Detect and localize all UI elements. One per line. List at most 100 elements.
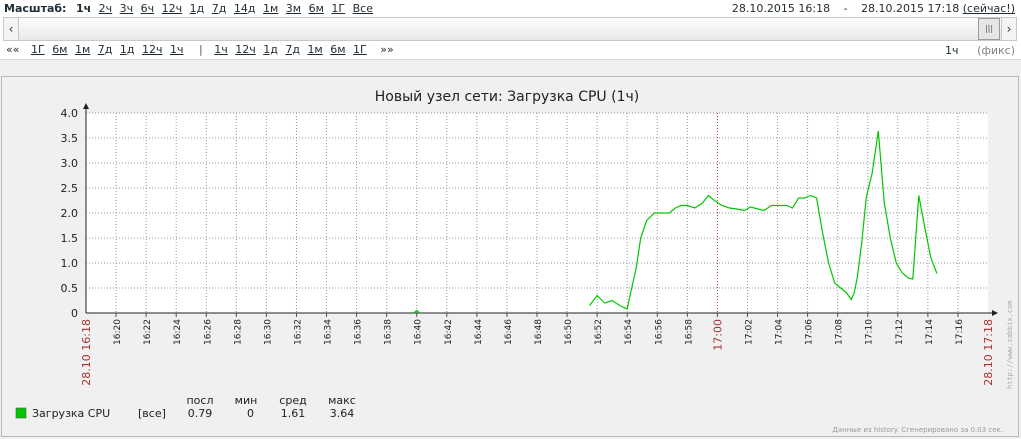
zoom-6h[interactable]: 6ч	[141, 2, 155, 15]
back-7d[interactable]: 7д	[98, 43, 113, 56]
x-tick-label: 16:54	[624, 319, 634, 345]
scroll-right-arrow-icon[interactable]: ›	[1001, 18, 1016, 40]
legend-header-last: посл	[186, 394, 213, 407]
date-separator: -	[843, 2, 848, 15]
back-6m[interactable]: 6м	[52, 43, 67, 56]
legend-max-value: 3.64	[330, 407, 355, 420]
y-axis-arrow-icon	[83, 103, 89, 109]
zoom-3m[interactable]: 3м	[286, 2, 301, 15]
zoom-3h[interactable]: 3ч	[120, 2, 134, 15]
x-end-label: 28.10 17:18	[982, 319, 995, 386]
x-tick-label: 16:26	[203, 319, 213, 345]
x-tick-label: 17:00	[711, 319, 724, 351]
shift-row: «« 1Г 6м 1м 7д 1д 12ч 1ч | 1ч 12ч 1д 7д …	[6, 43, 394, 56]
zoom-1y[interactable]: 1Г	[331, 2, 345, 15]
zoom-1d[interactable]: 1д	[190, 2, 205, 15]
navigation-panel: Масштаб: 1ч 2ч 3ч 6ч 12ч 1д 7д 14д 1м 3м…	[0, 0, 1021, 60]
fixed-toggle[interactable]: (фикс)	[977, 44, 1015, 57]
date-from: 28.10.2015 16:18	[731, 2, 831, 15]
back-1h[interactable]: 1ч	[170, 43, 184, 56]
zoom-1h[interactable]: 1ч	[76, 2, 91, 15]
y-tick-label: 0.5	[61, 282, 79, 295]
y-tick-label: 1.5	[61, 232, 79, 245]
legend-last-value: 0.79	[188, 407, 213, 420]
scroll-left-arrow-icon[interactable]: ‹	[4, 18, 19, 40]
legend-swatch	[15, 407, 27, 419]
zoom-12h[interactable]: 12ч	[162, 2, 183, 15]
y-tick-label: 2.5	[61, 182, 79, 195]
x-tick-label: 16:56	[654, 319, 664, 345]
back-1d[interactable]: 1д	[120, 43, 135, 56]
legend-header-max: макс	[328, 394, 356, 407]
y-tick-label: 3.5	[61, 132, 79, 145]
zoom-14d[interactable]: 14д	[234, 2, 256, 15]
x-tick-label: 17:02	[744, 319, 754, 345]
date-to: 28.10.2015 17:18	[861, 2, 960, 15]
legend-series-range: [все]	[138, 407, 166, 420]
timeline-scrollbar[interactable]: ‹ ||| ›	[3, 17, 1017, 41]
zoom-label: Масштаб:	[4, 2, 67, 15]
chart-title: Новый узел сети: Загрузка CPU (1ч)	[375, 89, 639, 105]
x-tick-label: 17:08	[835, 319, 845, 345]
x-tick-label: 17:10	[865, 319, 875, 345]
fwd-7d[interactable]: 7д	[285, 43, 300, 56]
fwd-1d[interactable]: 1д	[263, 43, 278, 56]
zoom-7d[interactable]: 7д	[212, 2, 227, 15]
x-tick-label: 17:06	[805, 319, 815, 345]
x-tick-label: 16:36	[354, 319, 364, 345]
back-1y[interactable]: 1Г	[31, 43, 45, 56]
x-tick-label: 16:32	[293, 319, 303, 345]
shift-back-marker: ««	[6, 43, 20, 56]
graph-panel: 0 0.5 1.0 1.5 2.0 2.5 3.0 3.5 4.0 16:20 16:22 16:24…	[1, 76, 1019, 437]
fwd-12h[interactable]: 12ч	[235, 43, 256, 56]
fwd-1h[interactable]: 1ч	[214, 43, 228, 56]
back-1m[interactable]: 1м	[75, 43, 90, 56]
shift-forward-marker: »»	[380, 43, 394, 56]
legend-min-value: 0	[247, 407, 254, 420]
x-axis-arrow-icon	[992, 310, 998, 316]
zabbix-side-link: http://www.zabbix.com	[1006, 300, 1014, 389]
x-tick-label: 16:30	[263, 319, 273, 345]
x-tick-label: 16:28	[233, 319, 243, 345]
y-tick-label: 4.0	[61, 107, 79, 120]
legend-series-name: Загрузка CPU	[32, 407, 110, 420]
shift-divider: |	[199, 43, 203, 56]
x-tick-label: 17:16	[955, 319, 965, 345]
back-12h[interactable]: 12ч	[142, 43, 163, 56]
y-tick-label: 0	[71, 307, 78, 320]
date-range: 28.10.2015 16:18 - 28.10.2015 17:18 (сей…	[732, 2, 1015, 15]
cpu-load-chart: 0 0.5 1.0 1.5 2.0 2.5 3.0 3.5 4.0 16:20 16:22 16:24…	[15, 89, 1014, 434]
x-start-label: 28.10 16:18	[80, 319, 93, 386]
y-tick-label: 2.0	[61, 207, 79, 220]
x-tick-label: 16:38	[384, 319, 394, 345]
x-tick-label: 16:42	[444, 319, 454, 345]
x-tick-label: 16:52	[594, 319, 604, 345]
legend-header-min: мин	[235, 394, 258, 407]
legend-avg-value: 1.61	[281, 407, 306, 420]
fwd-1m[interactable]: 1м	[307, 43, 322, 56]
zoom-1m[interactable]: 1м	[263, 2, 278, 15]
period-value: 1ч	[945, 44, 959, 57]
x-tick-label: 16:46	[504, 319, 514, 345]
legend-header-avg: сред	[279, 394, 307, 407]
x-tick-label: 17:04	[775, 319, 785, 345]
zoom-row: Масштаб: 1ч 2ч 3ч 6ч 12ч 1д 7д 14д 1м 3м…	[4, 2, 377, 15]
y-tick-label: 3.0	[61, 157, 79, 170]
fwd-6m[interactable]: 6м	[330, 43, 345, 56]
x-tick-label: 16:22	[143, 319, 153, 345]
zoom-all[interactable]: Все	[353, 2, 373, 15]
x-tick-label: 16:20	[113, 319, 123, 345]
zoom-2h[interactable]: 2ч	[99, 2, 113, 15]
y-tick-label: 1.0	[61, 257, 79, 270]
x-tick-label: 16:44	[474, 319, 484, 345]
fwd-1y[interactable]: 1Г	[353, 43, 367, 56]
x-tick-label: 17:14	[925, 319, 935, 345]
now-link[interactable]: (сейчас!)	[963, 2, 1015, 15]
zoom-6m[interactable]: 6м	[309, 2, 324, 15]
graph-footer: Данные из history. Сгенерировано за 0.03…	[832, 426, 1003, 434]
scroll-thumb-grip-icon[interactable]: |||	[978, 18, 1000, 40]
x-tick-label: 16:58	[684, 319, 694, 345]
x-tick-label: 17:12	[895, 319, 905, 345]
x-tick-label: 16:48	[534, 319, 544, 345]
x-tick-label: 16:50	[564, 319, 574, 345]
